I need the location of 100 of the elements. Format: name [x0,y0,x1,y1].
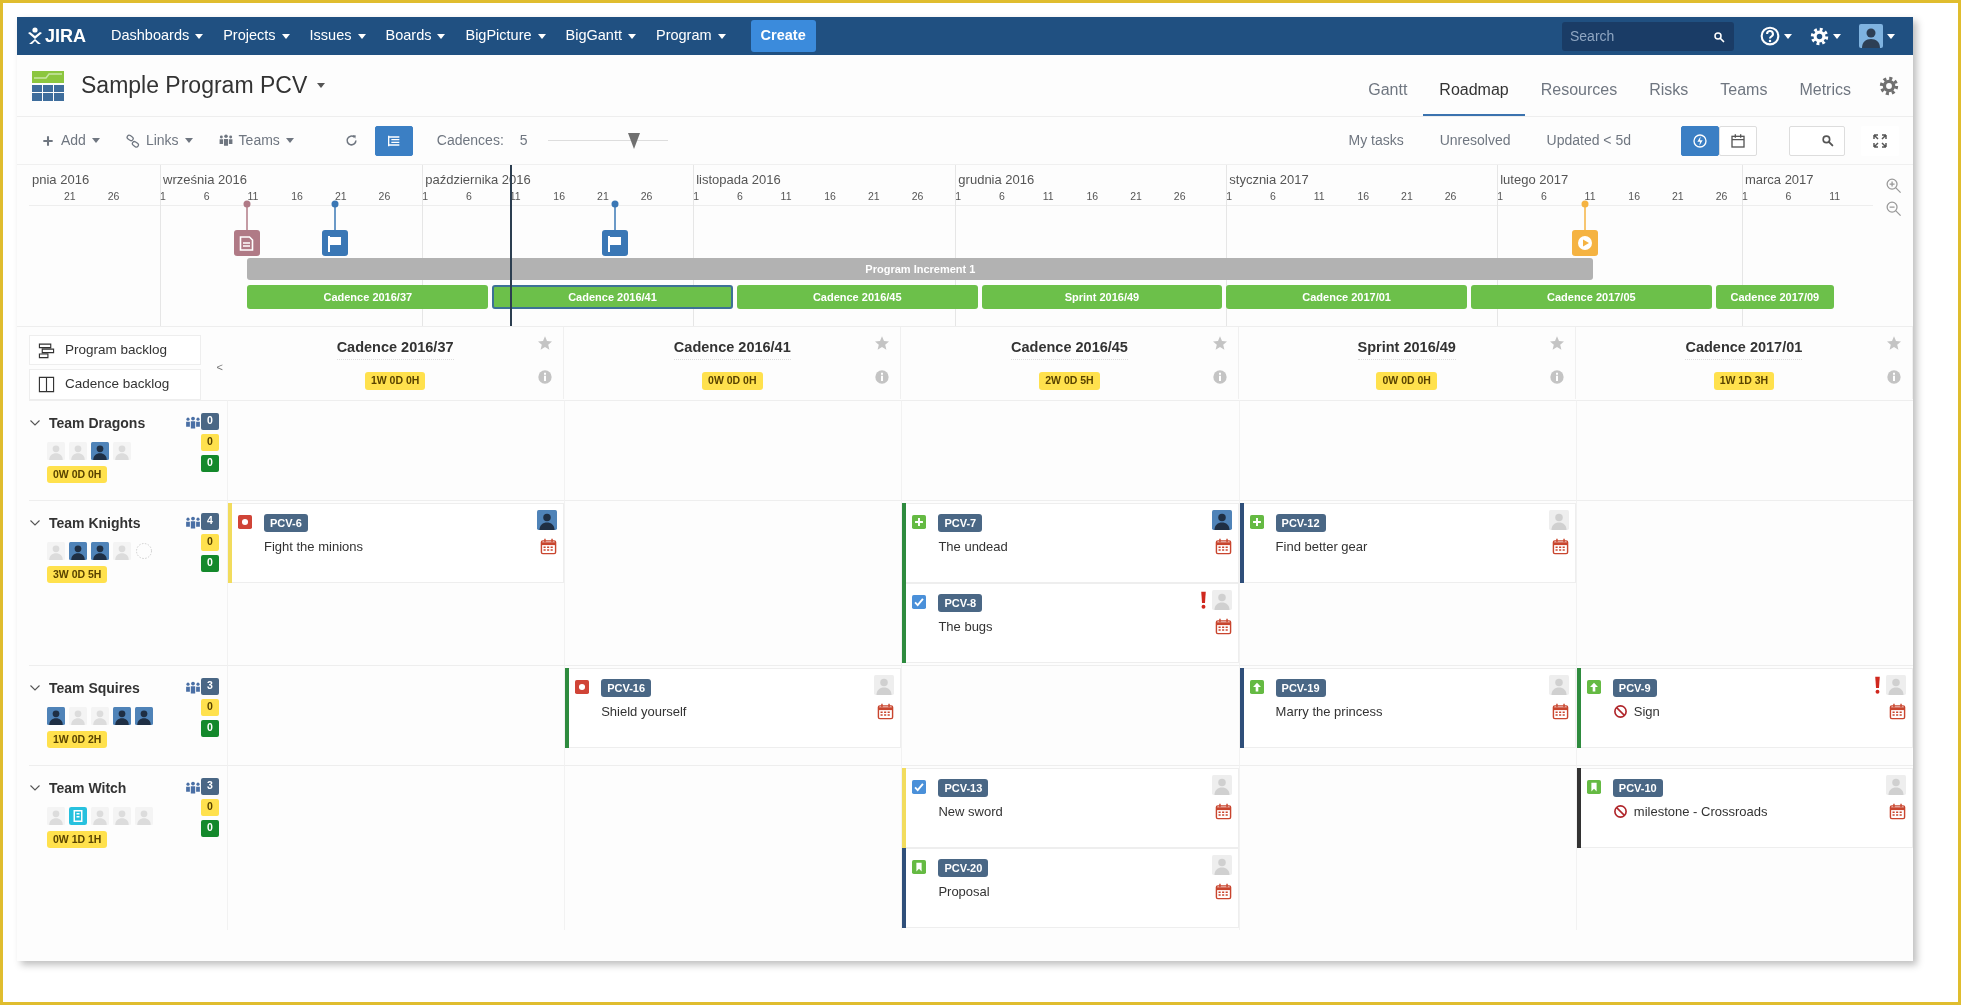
month-label: pnia 2016 [31,171,90,189]
caret-icon [285,138,294,143]
nav-menu[interactable]: Program [647,21,735,51]
nav-menu[interactable]: Boards [376,21,455,51]
issue-card[interactable]: PCV-6 Fight the minions [228,502,565,583]
star-icon[interactable] [1548,335,1565,351]
issue-card[interactable]: PCV-8 The bugs [902,582,1239,663]
bug-icon [238,515,252,530]
issue-card[interactable]: PCV-10 milestone - Crossroads [1576,767,1913,848]
day-label: 16 [824,189,836,204]
day-label: 26 [378,189,391,204]
bookmark-icon [912,860,927,875]
day-label: 6 [999,189,1005,204]
plus-icon [41,133,55,148]
day-label: 6 [1540,189,1547,204]
day-label: 11 [247,189,259,204]
view-tab[interactable]: Teams [1704,58,1784,116]
backlog-button[interactable]: Cadence backlog [29,369,201,400]
issue-card[interactable]: PCV-13 New sword [902,767,1239,848]
issue-summary: Marry the princess [1275,702,1383,721]
count-badge: 0 [201,533,219,551]
month-label: lutego 2017 [1499,171,1569,189]
caret-icon [317,83,326,88]
view-tab[interactable]: Roadmap [1423,58,1525,116]
checkmark-icon [912,595,927,610]
settings-icon[interactable] [1879,75,1899,96]
toolbar-menu[interactable]: Teams [208,126,304,155]
issue-key-badge[interactable]: PCV-16 [601,678,652,697]
project-title[interactable]: Sample Program PCV [65,68,326,103]
caret-icon [437,33,446,39]
view-tab[interactable]: Risks [1633,58,1705,116]
star-icon[interactable] [537,335,554,351]
robot-avatar-icon [69,806,87,825]
month-label: listopada 2016 [695,171,781,189]
team-name: Team Knights [49,513,141,533]
day-label: 16 [1628,189,1640,204]
issue-card[interactable]: PCV-9 Sign [1576,667,1913,748]
issue-card[interactable]: PCV-12 Find better gear [1239,502,1576,583]
issue-key-badge[interactable]: PCV-20 [938,858,989,877]
issue-key-badge[interactable]: PCV-7 [938,513,983,532]
team-name: Team Witch [49,778,127,798]
day-label: 1 [955,189,962,204]
issue-card[interactable]: PCV-7 The undead [902,502,1239,583]
count-badge: 0 [201,719,219,737]
issue-key-badge[interactable]: PCV-6 [264,513,308,532]
day-label: 11 [1829,189,1841,204]
avatar-icon [1211,854,1232,875]
search-button[interactable] [1789,125,1845,156]
zoom-out-icon[interactable] [1884,200,1902,217]
zoom-in-icon[interactable] [1884,177,1902,194]
star-icon[interactable] [1211,335,1228,351]
calendar-icon [1551,702,1569,720]
toolbar-menu[interactable]: Links [115,126,203,155]
calendar-icon [1730,132,1746,149]
nav-menu[interactable]: BigPicture [456,21,555,51]
view-tab[interactable]: Resources [1524,58,1634,116]
slider-thumb[interactable] [627,132,640,149]
issue-card[interactable]: PCV-20 Proposal [902,847,1239,928]
create-button[interactable]: Create [750,20,816,52]
nav-menu[interactable]: Issues [300,21,375,51]
up-arrow-icon [1249,680,1264,695]
lightning-button[interactable] [1681,125,1719,156]
filter-link[interactable]: Unresolved [1429,126,1521,155]
collapse-toggle[interactable]: < [216,359,223,376]
issue-key-badge[interactable]: PCV-13 [938,778,989,797]
issue-key-badge[interactable]: PCV-19 [1275,678,1326,697]
nav-menu[interactable]: Projects [214,21,299,51]
issue-card[interactable]: PCV-16 Shield yourself [565,667,902,748]
issue-key-badge[interactable]: PCV-12 [1275,513,1326,532]
avatar-icon [91,706,109,725]
filter-link[interactable]: Updated < 5d [1536,126,1641,155]
nav-menu[interactable]: BigGantt [556,21,645,51]
count-badge: 4 [201,512,219,530]
avatar-icon [113,706,131,725]
star-icon[interactable] [874,335,891,351]
search-field[interactable]: Search [1562,21,1734,51]
issue-key-badge[interactable]: PCV-8 [938,593,983,612]
time-badge: 0W 0D 0H [702,371,763,390]
backlog-button[interactable]: Program backlog [29,335,201,366]
day-label: 21 [597,189,609,204]
star-icon[interactable] [1886,335,1902,351]
caret-icon [357,33,366,39]
day-label: 26 [1173,189,1186,204]
calendar-button[interactable] [1719,125,1757,156]
calendar-icon [1889,702,1906,720]
day-label: 26 [911,189,924,204]
document-milestone-icon [234,200,261,256]
issue-key-badge[interactable]: PCV-9 [1612,678,1657,697]
tree-view-button[interactable] [374,125,413,156]
view-tab[interactable]: Gantt [1352,58,1424,116]
day-label: 11 [1313,189,1325,204]
toolbar-menu[interactable]: Add [31,126,110,155]
issue-key-badge[interactable]: PCV-10 [1612,778,1663,797]
view-tab[interactable]: Metrics [1783,58,1867,116]
project-icon [31,69,65,102]
nav-menu[interactable]: Dashboards [102,21,213,51]
filter-link[interactable]: My tasks [1338,126,1414,155]
caret-icon [537,33,546,39]
issue-card[interactable]: PCV-19 Marry the princess [1239,667,1576,748]
avatar-icon [1211,774,1232,795]
